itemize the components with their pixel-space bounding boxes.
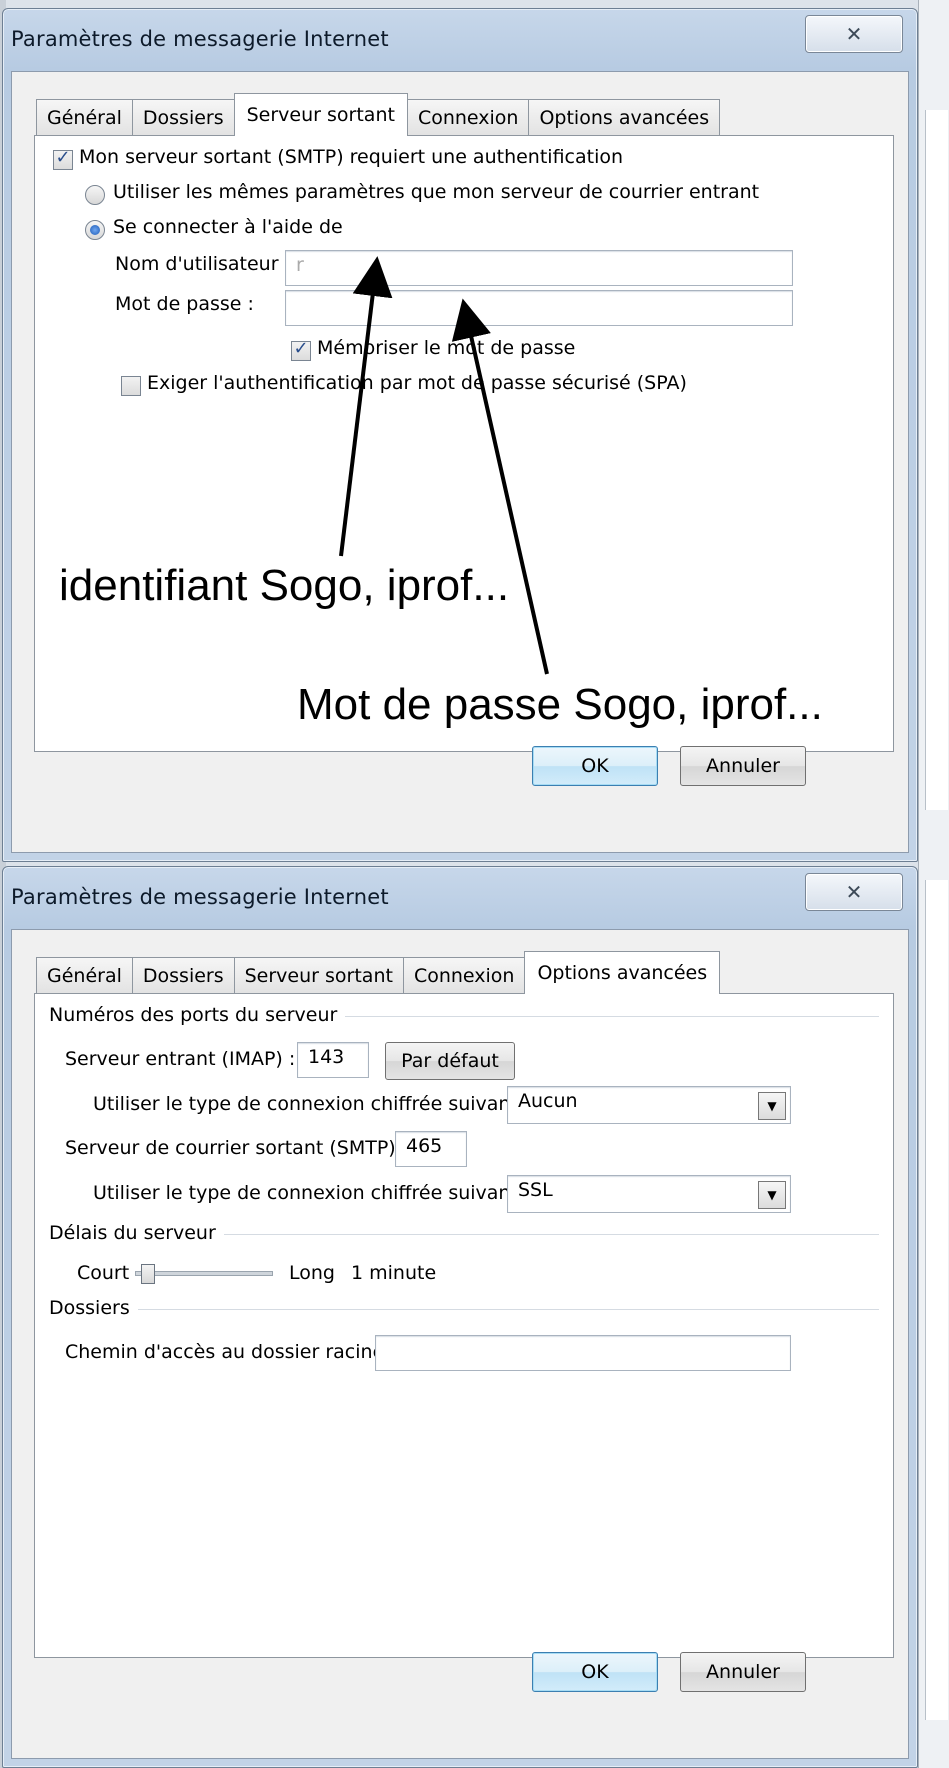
tab-strip: Général Dossiers Serveur sortant Connexi… — [36, 93, 721, 136]
group-divider — [49, 1309, 879, 1310]
chevron-down-icon: ▼ — [758, 1181, 786, 1209]
dialog-body: Général Dossiers Serveur sortant Connexi… — [11, 71, 909, 853]
tab-advanced-options[interactable]: Options avancées — [528, 99, 721, 136]
background-window-sheet — [925, 110, 948, 810]
tab-connection[interactable]: Connexion — [402, 957, 526, 994]
encryption-outgoing-label: Utiliser le type de connexion chiffrée s… — [93, 1182, 531, 1204]
cancel-button[interactable]: Annuler — [680, 746, 806, 786]
encryption-outgoing-value: SSL — [518, 1179, 553, 1201]
close-icon: ✕ — [845, 880, 863, 904]
dialog-title: Paramètres de messagerie Internet — [11, 885, 389, 909]
background-window — [918, 0, 949, 1768]
encryption-incoming-label: Utiliser le type de connexion chiffrée s… — [93, 1093, 531, 1115]
incoming-port-input[interactable]: 143 — [297, 1042, 369, 1078]
arrow-to-username — [339, 256, 393, 557]
timeout-group-label: Délais du serveur — [49, 1222, 224, 1244]
incoming-port-value: 143 — [308, 1046, 345, 1068]
tab-connection[interactable]: Connexion — [406, 99, 530, 136]
slider-track — [135, 1271, 273, 1276]
background-window-sheet — [925, 880, 948, 1720]
slider-thumb[interactable] — [141, 1264, 155, 1284]
cancel-button[interactable]: Annuler — [680, 1652, 806, 1692]
outgoing-port-value: 465 — [406, 1135, 443, 1157]
close-icon: ✕ — [845, 22, 863, 46]
incoming-server-label: Serveur entrant (IMAP) : — [65, 1048, 296, 1070]
timeout-slider[interactable] — [135, 1264, 275, 1288]
outgoing-server-label: Serveur de courrier sortant (SMTP) : — [65, 1137, 409, 1159]
tab-outgoing-server[interactable]: Serveur sortant — [233, 957, 404, 994]
tab-general[interactable]: Général — [36, 957, 133, 994]
close-button[interactable]: ✕ — [805, 873, 903, 911]
default-ports-button[interactable]: Par défaut — [385, 1042, 515, 1080]
dialog-title: Paramètres de messagerie Internet — [11, 27, 389, 51]
ok-button[interactable]: OK — [532, 746, 658, 786]
title-bar: Paramètres de messagerie Internet ✕ — [3, 9, 917, 71]
ports-group-label: Numéros des ports du serveur — [49, 1004, 346, 1026]
tab-folders[interactable]: Dossiers — [131, 957, 235, 994]
tab-advanced-options[interactable]: Options avancées — [524, 951, 721, 994]
tab-panel-outgoing-server: ✓ Mon serveur sortant (SMTP) requiert un… — [34, 135, 894, 752]
tab-folders[interactable]: Dossiers — [131, 99, 235, 136]
encryption-incoming-select[interactable]: Aucun ▼ — [507, 1086, 791, 1124]
outgoing-port-input[interactable]: 465 — [395, 1131, 467, 1167]
root-folder-input[interactable] — [375, 1335, 791, 1371]
arrow-to-password — [451, 298, 549, 675]
timeout-long-label: Long — [289, 1262, 335, 1284]
internet-mail-settings-dialog: Paramètres de messagerie Internet ✕ Géné… — [2, 866, 918, 1768]
title-bar: Paramètres de messagerie Internet ✕ — [3, 867, 917, 929]
root-folder-label: Chemin d'accès au dossier racine : — [65, 1341, 397, 1363]
chevron-down-icon: ▼ — [758, 1092, 786, 1120]
dialog-body: Général Dossiers Serveur sortant Connexi… — [11, 929, 909, 1759]
folders-group-label: Dossiers — [49, 1297, 138, 1319]
ok-button[interactable]: OK — [532, 1652, 658, 1692]
internet-mail-settings-dialog: Paramètres de messagerie Internet ✕ Géné… — [2, 8, 918, 862]
timeout-short-label: Court — [77, 1262, 130, 1284]
annotation-arrows — [339, 256, 549, 675]
tab-panel-advanced-options: Numéros des ports du serveur Serveur ent… — [34, 993, 894, 1658]
tab-general[interactable]: Général — [36, 99, 133, 136]
encryption-outgoing-select[interactable]: SSL ▼ — [507, 1175, 791, 1213]
tab-strip: Général Dossiers Serveur sortant Connexi… — [36, 951, 721, 994]
timeout-value: 1 minute — [351, 1262, 437, 1284]
tab-outgoing-server[interactable]: Serveur sortant — [233, 93, 408, 136]
encryption-incoming-value: Aucun — [518, 1090, 578, 1112]
close-button[interactable]: ✕ — [805, 15, 903, 53]
